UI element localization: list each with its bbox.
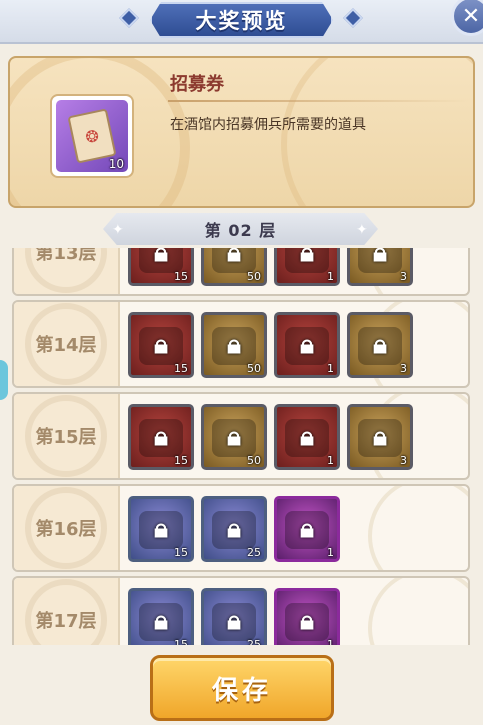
reward-list: 🔒︎ 15 🔒︎ 50 🔒︎ 1 🔒︎ 3 [128,312,413,378]
reward-puzzle-piece-locked[interactable]: 🔒︎ 15 [128,248,194,286]
floor-selector[interactable]: 第 02 层 [103,213,378,245]
floor-label-box: 第13层 [14,248,120,294]
item-icon-frame: ❂ 10 [50,94,134,178]
floor-row: 第16层 🔒︎ 15 🔒︎ 25 🔒︎ 1 [12,484,470,572]
reward-quantity: 15 [174,638,188,645]
reward-treasure-chest-locked[interactable]: 🔒︎ 25 [201,496,267,562]
reward-treasure-chest-locked[interactable]: 🔒︎ 25 [201,588,267,645]
reward-quantity: 50 [247,270,261,283]
reward-quantity: 15 [174,270,188,283]
lock-icon: 🔒︎ [154,329,168,360]
lock-icon: 🔒︎ [227,248,241,268]
row-decoration [368,578,468,645]
lock-icon: 🔒︎ [300,248,314,268]
reward-quantity: 1 [327,362,334,375]
lock-icon: 🔒︎ [154,421,168,452]
item-count: 10 [108,157,124,171]
recruit-ticket-icon: ❂ 10 [56,100,128,172]
reward-coin-bag-locked[interactable]: 🔒︎ 1 [274,588,340,645]
floor-list[interactable]: 第13层 🔒︎ 15 🔒︎ 50 🔒︎ 1 🔒︎ 3 第14层 🔒︎ 15 🔒︎ 50 🔒︎ 1 🔒︎ 3 第15层… [0,248,483,645]
lock-icon: 🔒︎ [373,421,387,452]
reward-quantity: 25 [247,546,261,559]
reward-quantity: 3 [400,362,407,375]
reward-treasure-chest-locked[interactable]: 🔒︎ 1 [274,312,340,378]
reward-treasure-chest-locked[interactable]: 🔒︎ 50 [201,404,267,470]
floor-row: 第15层 🔒︎ 15 🔒︎ 50 🔒︎ 1 🔒︎ 3 [12,392,470,480]
reward-treasure-chest-locked[interactable]: 🔒︎ 50 [201,312,267,378]
lock-icon: 🔒︎ [373,248,387,268]
reward-coin-bag-locked[interactable]: 🔒︎ 1 [274,496,340,562]
save-button[interactable]: 保存 [150,655,334,721]
reward-puzzle-piece-locked[interactable]: 🔒︎ 15 [128,496,194,562]
lock-icon: 🔒︎ [300,421,314,452]
lock-icon: 🔒︎ [227,329,241,360]
reward-quantity: 1 [327,270,334,283]
lock-icon: 🔒︎ [227,513,241,544]
reward-puzzle-piece-locked[interactable]: 🔒︎ 15 [128,312,194,378]
item-name: 招募券 [170,74,224,95]
sparkle-icon: ✦ [112,222,124,238]
close-icon: ✕ [461,3,481,29]
lock-icon: 🔒︎ [154,605,168,636]
item-divider [168,100,468,102]
floor-label-box: 第17层 [14,578,120,645]
reward-list: 🔒︎ 15 🔒︎ 25 🔒︎ 1 [128,496,340,562]
reward-quantity: 25 [247,638,261,645]
lock-icon: 🔒︎ [227,605,241,636]
floor-label-box: 第15层 [14,394,120,478]
page-title: 大奖预览 [195,9,288,33]
item-description: 在酒馆内招募佣兵所需要的道具 [170,117,366,133]
floor-label: 第13层 [35,248,97,264]
reward-quantity: 1 [327,546,334,559]
reward-treasure-chest-locked[interactable]: 🔒︎ 50 [201,248,267,286]
floor-selector-label: 第 02 层 [204,221,277,240]
side-handle[interactable] [0,360,8,400]
lock-icon: 🔒︎ [300,605,314,636]
floor-row: 第17层 🔒︎ 15 🔒︎ 25 🔒︎ 1 [12,576,470,645]
save-button-label: 保存 [211,675,272,706]
lock-icon: 🔒︎ [373,329,387,360]
reward-quantity: 50 [247,362,261,375]
reward-quantity: 15 [174,546,188,559]
reward-puzzle-piece-locked[interactable]: 🔒︎ 15 [128,588,194,645]
reward-quantity: 3 [400,454,407,467]
row-decoration [368,486,468,570]
reward-list: 🔒︎ 15 🔒︎ 25 🔒︎ 1 [128,588,340,645]
floor-label: 第14层 [35,335,97,356]
reward-quantity: 1 [327,454,334,467]
lock-icon: 🔒︎ [227,421,241,452]
reward-coin-bag-locked[interactable]: 🔒︎ 3 [347,312,413,378]
floor-label: 第17层 [35,611,97,632]
reward-quantity: 15 [174,362,188,375]
floor-label: 第15层 [35,427,97,448]
reward-quantity: 1 [327,638,334,645]
reward-quantity: 15 [174,454,188,467]
floor-row: 第13层 🔒︎ 15 🔒︎ 50 🔒︎ 1 🔒︎ 3 [12,248,470,296]
floor-label: 第16层 [35,519,97,540]
reward-quantity: 3 [400,270,407,283]
floor-row: 第14层 🔒︎ 15 🔒︎ 50 🔒︎ 1 🔒︎ 3 [12,300,470,388]
reward-puzzle-piece-locked[interactable]: 🔒︎ 15 [128,404,194,470]
lock-icon: 🔒︎ [300,329,314,360]
reward-list: 🔒︎ 15 🔒︎ 50 🔒︎ 1 🔒︎ 3 [128,404,413,470]
lock-icon: 🔒︎ [154,248,168,268]
reward-coin-bag-locked[interactable]: 🔒︎ 3 [347,404,413,470]
lock-icon: 🔒︎ [300,513,314,544]
reward-quantity: 50 [247,454,261,467]
item-info-panel: ❂ 10 招募券 在酒馆内招募佣兵所需要的道具 [8,56,475,208]
reward-treasure-chest-locked[interactable]: 🔒︎ 1 [274,248,340,286]
reward-treasure-chest-locked[interactable]: 🔒︎ 1 [274,404,340,470]
floor-label-box: 第16层 [14,486,120,570]
scroll-icon: ❂ [67,108,117,164]
reward-list: 🔒︎ 15 🔒︎ 50 🔒︎ 1 🔒︎ 3 [128,248,413,286]
lock-icon: 🔒︎ [154,513,168,544]
title-plate: 大奖预览 [150,2,333,38]
floor-label-box: 第14层 [14,302,120,386]
sparkle-icon: ✦ [356,222,368,238]
reward-coin-bag-locked[interactable]: 🔒︎ 3 [347,248,413,286]
